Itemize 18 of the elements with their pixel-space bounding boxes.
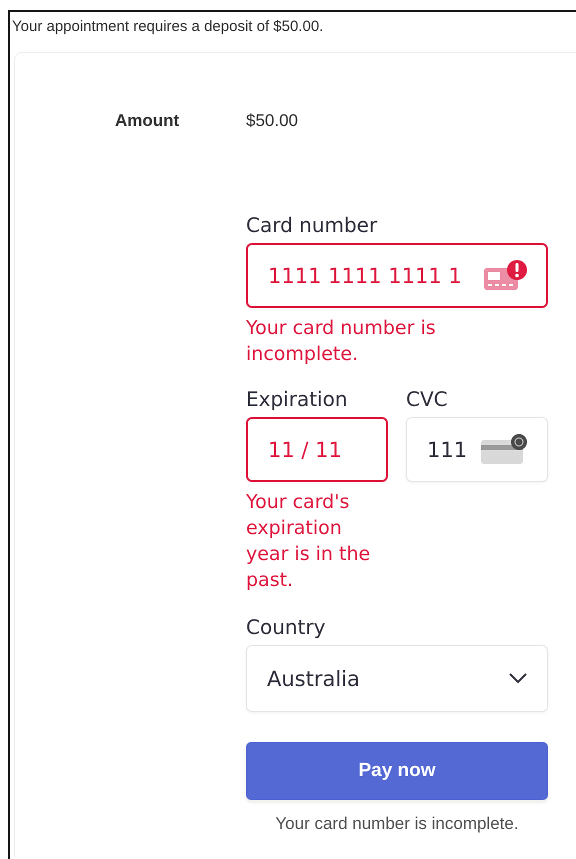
card-error-icon xyxy=(484,260,528,292)
card-cvc-icon xyxy=(481,434,529,466)
country-select[interactable]: Australia xyxy=(246,645,548,712)
expiration-field[interactable]: 11 / 11 xyxy=(246,417,388,482)
country-label: Country xyxy=(246,615,326,639)
error-message: Your card's expiration year is in the past. xyxy=(246,490,372,593)
amount-value: $50.00 xyxy=(246,111,298,131)
deposit-notice: Your appointment requires a deposit of $50.00. xyxy=(11,17,324,37)
status-message: Your card number is incomplete. xyxy=(274,814,520,834)
cvc-label: CVC xyxy=(406,387,449,411)
pay-now-button[interactable]: Pay now xyxy=(246,742,548,800)
amount-label: Amount xyxy=(115,111,180,131)
chevron-down-icon xyxy=(509,673,527,684)
cvc-field[interactable]: 111 xyxy=(406,417,548,482)
card-number-label: Card number xyxy=(246,213,378,237)
card-number-field[interactable]: 1111 1111 1111 1 xyxy=(246,243,548,308)
expiration-label: Expiration xyxy=(246,387,349,411)
error-message: Your card number is incomplete. xyxy=(246,316,437,367)
